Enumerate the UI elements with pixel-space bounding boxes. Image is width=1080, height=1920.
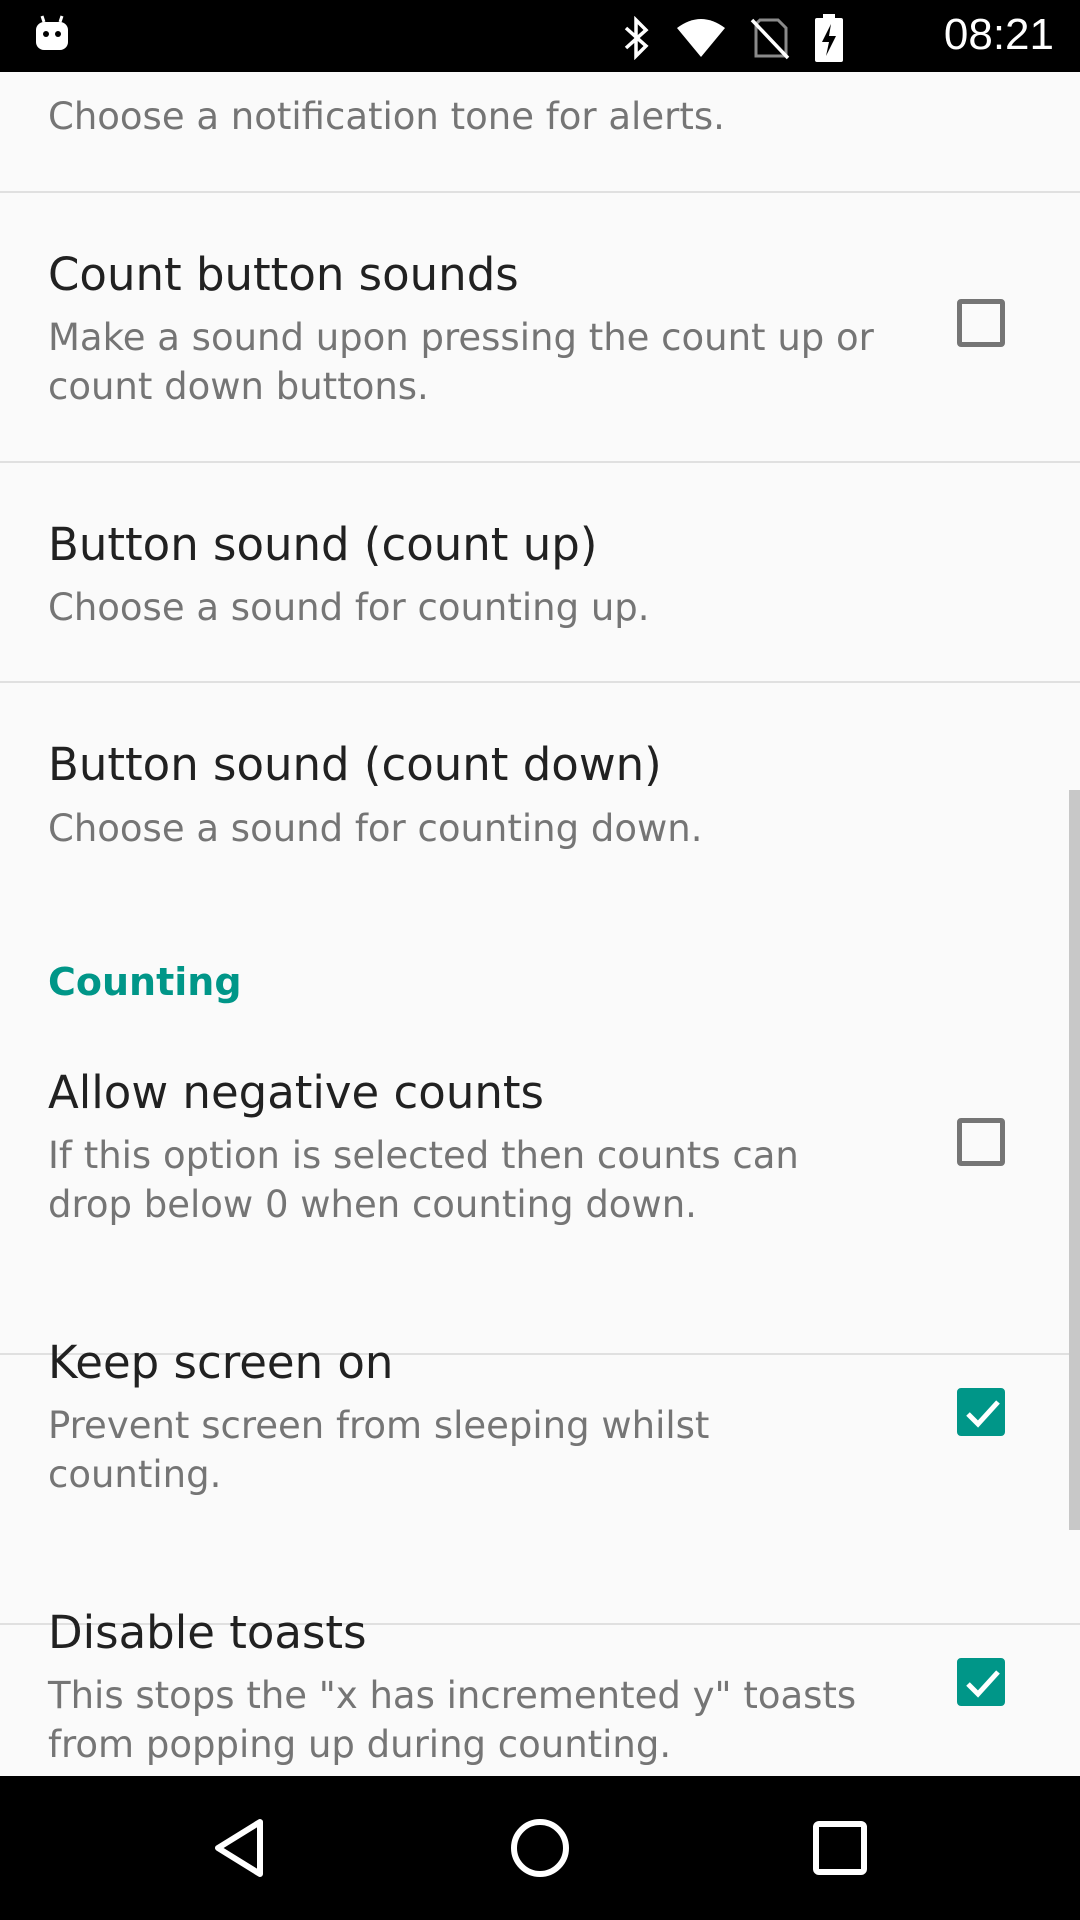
home-icon[interactable] bbox=[504, 1812, 576, 1888]
pref-title: Count button sounds bbox=[48, 248, 519, 301]
battery-charging-icon bbox=[814, 14, 844, 66]
pref-title: Allow negative counts bbox=[48, 1066, 544, 1119]
disable-toasts-checkbox[interactable] bbox=[957, 1658, 1005, 1706]
pref-summary: Prevent screen from sleeping whilst coun… bbox=[48, 1404, 710, 1496]
pref-summary: Choose a sound for counting down. bbox=[48, 807, 703, 850]
allow-negative-checkbox[interactable] bbox=[957, 1118, 1005, 1166]
count-button-sounds-checkbox[interactable] bbox=[957, 299, 1005, 347]
pref-summary: This stops the "x has incremented y" toa… bbox=[48, 1674, 857, 1766]
pref-title: Keep screen on bbox=[48, 1336, 394, 1389]
navigation-bar bbox=[0, 1776, 1080, 1920]
pref-summary: Choose a sound for counting up. bbox=[48, 586, 650, 629]
no-sim-icon bbox=[750, 16, 790, 64]
wifi-icon bbox=[676, 18, 726, 62]
back-icon[interactable] bbox=[204, 1812, 276, 1888]
keep-screen-on-checkbox[interactable] bbox=[957, 1388, 1005, 1436]
clock: 08:21 bbox=[943, 10, 1054, 59]
category-counting: Counting bbox=[48, 960, 242, 1004]
pref-summary: Choose a notification tone for alerts. bbox=[48, 95, 725, 138]
pref-title: Button sound (count down) bbox=[48, 738, 662, 791]
scrollbar[interactable] bbox=[1069, 790, 1080, 1530]
pref-summary: Make a sound upon pressing the count up … bbox=[48, 316, 874, 408]
check-icon bbox=[966, 1400, 1000, 1428]
check-icon bbox=[966, 1670, 1000, 1698]
settings-list[interactable]: Choose a notification tone for alerts. C… bbox=[0, 72, 1080, 1776]
pref-notification-tone[interactable]: Choose a notification tone for alerts. bbox=[0, 72, 1080, 191]
status-bar: 08:21 bbox=[0, 0, 1080, 72]
pref-title: Button sound (count up) bbox=[48, 518, 598, 571]
recents-icon[interactable] bbox=[804, 1812, 876, 1888]
pref-title: Disable toasts bbox=[48, 1606, 367, 1659]
android-icon bbox=[34, 14, 70, 56]
pref-button-sound-up[interactable] bbox=[0, 463, 1080, 681]
bluetooth-icon bbox=[622, 15, 652, 64]
pref-summary: If this option is selected then counts c… bbox=[48, 1134, 799, 1226]
pref-button-sound-down[interactable] bbox=[0, 683, 1080, 901]
